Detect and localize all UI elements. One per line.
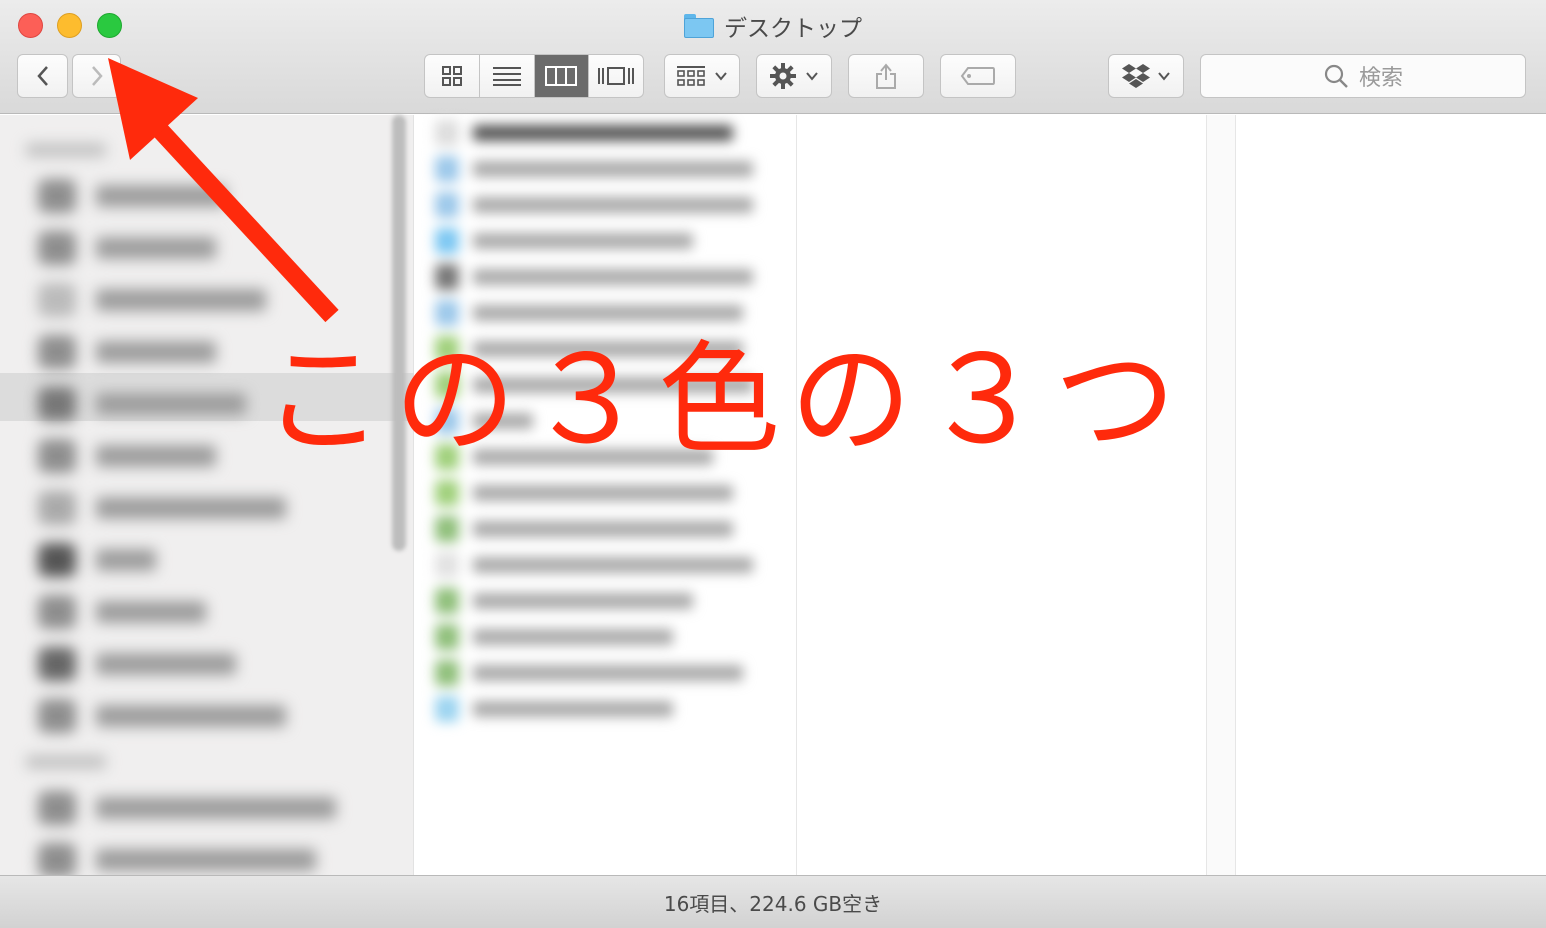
- arrange-grid-icon: [677, 66, 705, 86]
- gear-icon: [770, 63, 796, 89]
- column-view-icon: [545, 66, 578, 86]
- arrange-button[interactable]: [664, 54, 740, 98]
- window-title: デスクトップ: [724, 16, 862, 42]
- sidebar[interactable]: [0, 115, 414, 877]
- list-view-button[interactable]: [480, 55, 535, 97]
- share-icon: [876, 63, 896, 89]
- list-view-icon: [492, 67, 521, 86]
- action-button[interactable]: [756, 54, 832, 98]
- icon-view-icon: [441, 66, 462, 86]
- file-column[interactable]: [415, 115, 797, 875]
- view-mode-segmented-control: [424, 54, 644, 98]
- finder-window: デスクトップ 検索 16項目、224.6 GB空き この３色の３つ: [0, 0, 1546, 928]
- dropbox-icon: [1122, 64, 1150, 88]
- folder-icon: [684, 14, 714, 38]
- dropbox-button[interactable]: [1108, 54, 1184, 98]
- column-divider[interactable]: [1206, 115, 1236, 875]
- column-view-button[interactable]: [534, 55, 590, 97]
- status-bar: 16項目、224.6 GB空き: [0, 875, 1546, 928]
- forward-button[interactable]: [72, 54, 121, 98]
- search-placeholder: 検索: [1358, 66, 1403, 91]
- search-icon: [1324, 64, 1348, 88]
- status-text: 16項目、224.6 GB空き: [663, 891, 883, 916]
- window-title-area: デスクトップ: [0, 10, 1546, 42]
- share-button[interactable]: [848, 54, 924, 98]
- chevron-right-icon: [91, 66, 103, 86]
- tag-icon: [960, 67, 995, 85]
- cover-flow-view-button[interactable]: [589, 55, 643, 97]
- back-button[interactable]: [17, 54, 68, 98]
- tag-button[interactable]: [940, 54, 1016, 98]
- chevron-down-icon: [1158, 72, 1170, 81]
- chevron-down-icon: [715, 72, 727, 81]
- title-toolbar: デスクトップ 検索: [0, 0, 1546, 114]
- sidebar-blurred-content: [20, 130, 414, 877]
- annotation-text: この３色の３つ: [262, 329, 1186, 471]
- chevron-down-icon: [806, 72, 818, 81]
- search-field[interactable]: 検索: [1200, 54, 1526, 98]
- chevron-left-icon: [36, 66, 48, 86]
- cover-flow-icon: [598, 67, 635, 85]
- icon-view-button[interactable]: [425, 55, 480, 97]
